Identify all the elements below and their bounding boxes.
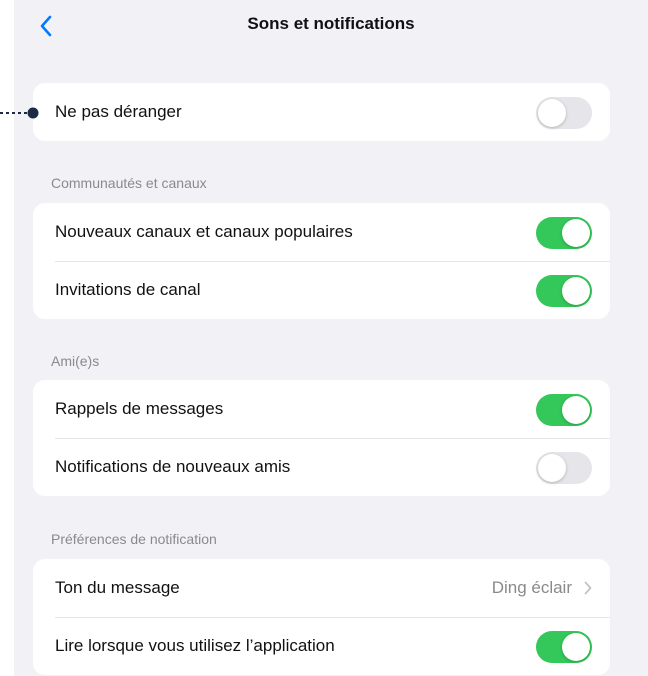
new-friends-toggle[interactable] — [536, 452, 592, 484]
list-item: Rappels de messages — [33, 380, 610, 438]
friends-group: Rappels de messages Notifications de nou… — [33, 380, 610, 496]
dnd-label: Ne pas déranger — [55, 102, 182, 121]
toggle-knob — [562, 633, 590, 661]
toggle-knob — [562, 277, 590, 305]
new-channels-label: Nouveaux canaux et canaux populaires — [55, 222, 353, 241]
message-reminders-label: Rappels de messages — [55, 399, 224, 418]
chevron-right-icon — [584, 581, 592, 595]
dnd-row: Ne pas déranger — [33, 83, 610, 141]
message-tone-selector[interactable]: Ding éclair — [492, 559, 592, 617]
section-header-communities: Communautés et canaux — [51, 175, 207, 191]
list-item: Lire lorsque vous utilisez l’application — [33, 617, 610, 675]
list-item: Nouveaux canaux et canaux populaires — [33, 203, 610, 261]
list-item: Notifications de nouveaux amis — [33, 438, 610, 496]
new-channels-toggle[interactable] — [536, 217, 592, 249]
message-tone-label: Ton du message — [55, 578, 180, 597]
toggle-knob — [562, 396, 590, 424]
channel-invites-toggle[interactable] — [536, 275, 592, 307]
annotation-pointer-icon — [0, 107, 39, 119]
toggle-knob — [562, 219, 590, 247]
settings-screen: Sons et notifications Ne pas déranger Co… — [14, 0, 648, 676]
read-in-app-label: Lire lorsque vous utilisez l’application — [55, 636, 335, 655]
navigation-bar: Sons et notifications — [14, 0, 648, 56]
page-title: Sons et notifications — [247, 14, 415, 33]
section-header-friends: Ami(e)s — [51, 353, 100, 369]
message-tone-value: Ding éclair — [491, 578, 572, 597]
dnd-toggle[interactable] — [536, 97, 592, 129]
toggle-knob — [538, 99, 566, 127]
toggle-knob — [538, 454, 566, 482]
read-in-app-toggle[interactable] — [536, 631, 592, 663]
section-header-prefs: Préférences de notification — [51, 531, 217, 547]
channel-invites-label: Invitations de canal — [55, 280, 201, 299]
dnd-group: Ne pas déranger — [33, 83, 610, 141]
prefs-group: Ton du message Ding éclair Lire lorsque … — [33, 559, 610, 675]
list-item[interactable]: Ton du message Ding éclair — [33, 559, 610, 617]
communities-group: Nouveaux canaux et canaux populaires Inv… — [33, 203, 610, 319]
list-item: Invitations de canal — [33, 261, 610, 319]
new-friends-label: Notifications de nouveaux amis — [55, 457, 291, 476]
message-reminders-toggle[interactable] — [536, 394, 592, 426]
